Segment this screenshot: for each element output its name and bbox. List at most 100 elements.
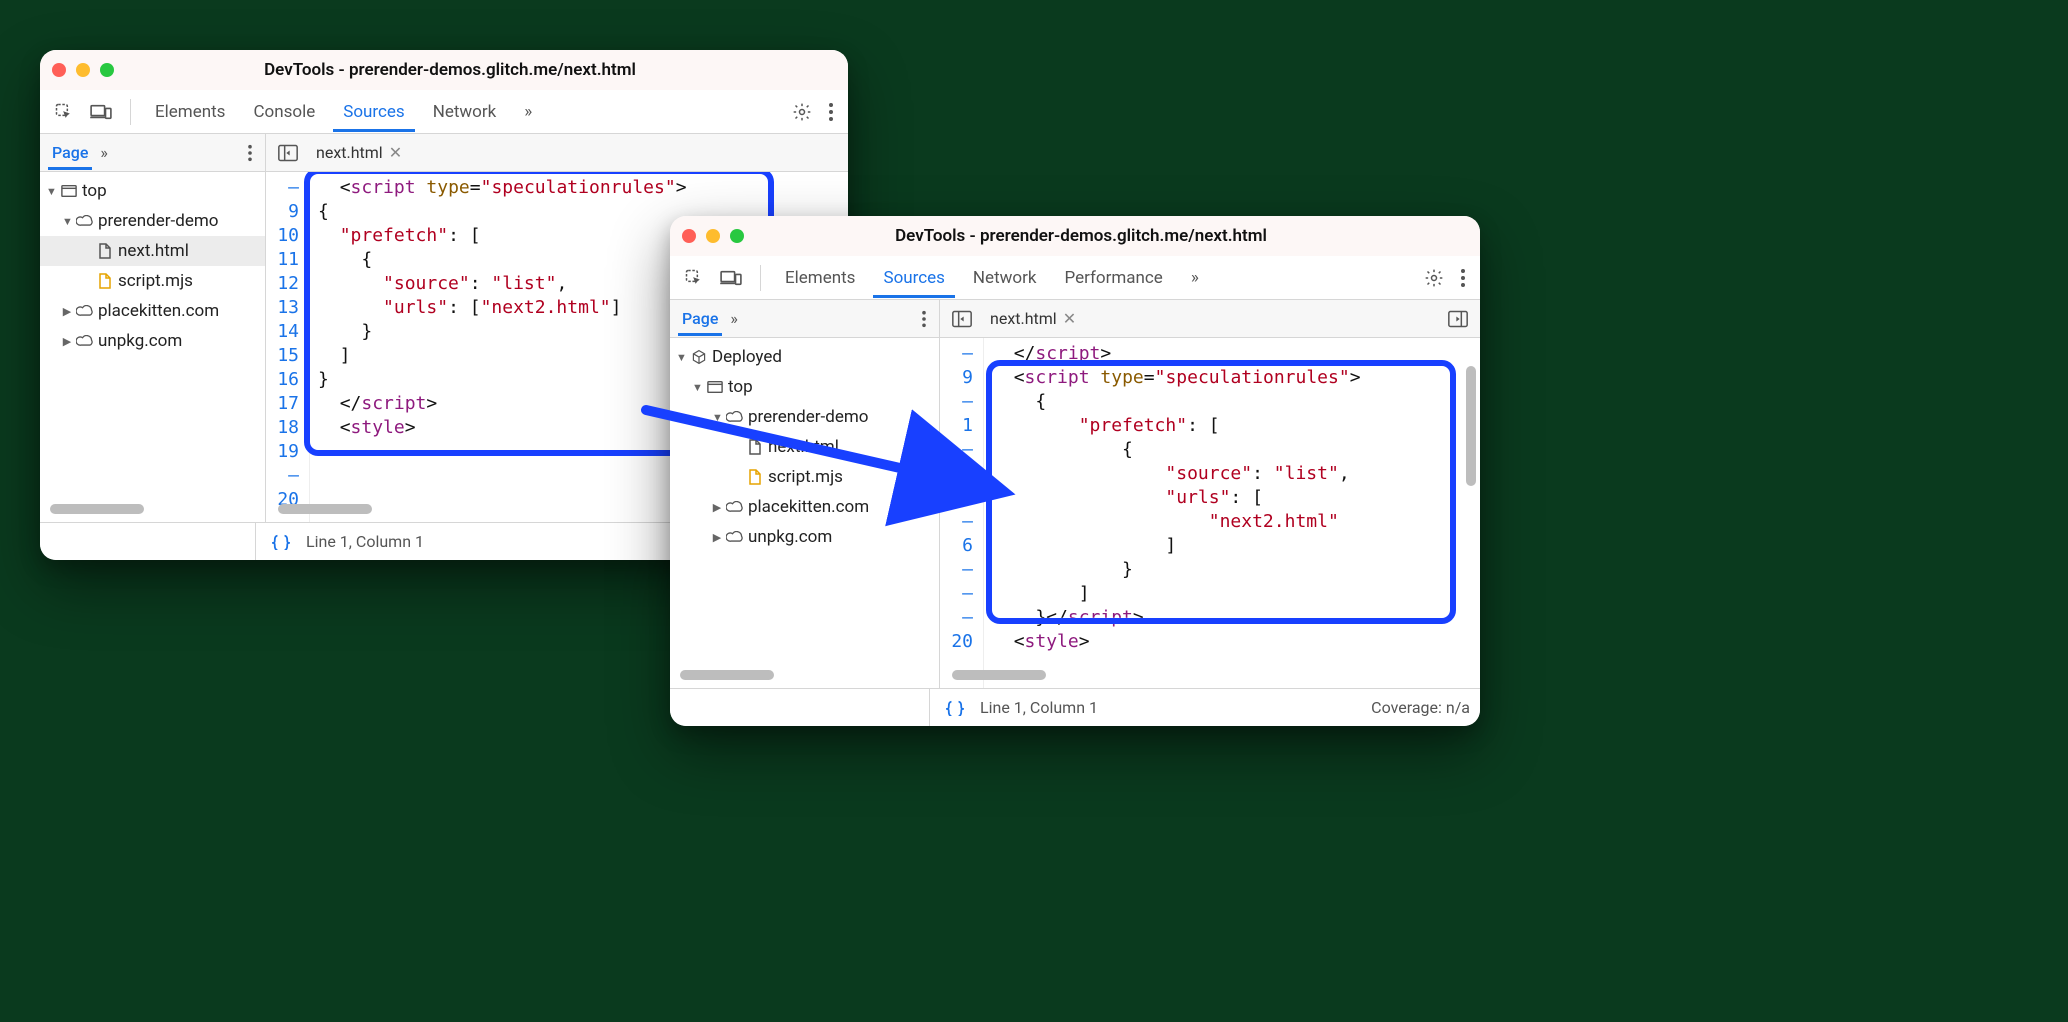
coverage-label: Coverage: n/a bbox=[1371, 698, 1470, 717]
tree-deployed[interactable]: ▼ Deployed bbox=[670, 342, 939, 372]
scrollbar-thumb[interactable] bbox=[1466, 366, 1476, 486]
inspect-icon[interactable] bbox=[50, 98, 78, 126]
zoom-icon[interactable] bbox=[730, 229, 744, 243]
titlebar: DevTools - prerender-demos.glitch.me/nex… bbox=[670, 216, 1480, 256]
cloud-icon bbox=[76, 302, 94, 320]
line-gutter: –910111213141516171819–20 bbox=[266, 172, 310, 522]
sidebar-kebab-icon[interactable] bbox=[917, 306, 931, 332]
tab-console[interactable]: Console bbox=[243, 92, 325, 132]
gear-icon[interactable] bbox=[788, 98, 816, 126]
cube-icon bbox=[690, 348, 708, 366]
prettyprint-icon[interactable] bbox=[266, 530, 296, 554]
code-content: </script> <script type="speculationrules… bbox=[984, 338, 1480, 688]
tree-label: top bbox=[728, 377, 753, 397]
tree-label: prerender-demo bbox=[98, 211, 218, 231]
tab-elements[interactable]: Elements bbox=[145, 92, 235, 132]
tree-file-next[interactable]: next.html bbox=[40, 236, 265, 266]
minimize-icon[interactable] bbox=[76, 63, 90, 77]
tabs-overflow[interactable]: » bbox=[1181, 258, 1209, 298]
tree-host[interactable]: ▼ prerender-demo bbox=[40, 206, 265, 236]
zoom-icon[interactable] bbox=[100, 63, 114, 77]
file-icon bbox=[96, 272, 114, 290]
tree-label: placekitten.com bbox=[98, 301, 219, 321]
tree-top[interactable]: ▼ top bbox=[670, 372, 939, 402]
tree-label: next.html bbox=[118, 241, 189, 261]
tree-label: placekitten.com bbox=[748, 497, 869, 517]
tree-label: script.mjs bbox=[118, 271, 193, 291]
tree-ext2[interactable]: ▶ unpkg.com bbox=[670, 522, 939, 552]
window-icon bbox=[60, 182, 78, 200]
tree-label: next.html bbox=[768, 437, 839, 457]
toggle-navigator-icon[interactable] bbox=[274, 140, 302, 166]
cloud-icon bbox=[76, 332, 94, 350]
file-tree: ▼ Deployed ▼ top ▼ prerender-demo next.h… bbox=[670, 338, 940, 688]
cursor-position: Line 1, Column 1 bbox=[980, 698, 1098, 717]
line-gutter: –9–1–3––6–––20 bbox=[940, 338, 984, 688]
cloud-icon bbox=[76, 212, 94, 230]
tree-label: top bbox=[82, 181, 107, 201]
sources-toolbar: Page » next.html ✕ bbox=[670, 300, 1480, 338]
close-tab-icon[interactable]: ✕ bbox=[1063, 309, 1076, 328]
close-icon[interactable] bbox=[682, 229, 696, 243]
file-icon bbox=[96, 242, 114, 260]
tree-file-script[interactable]: script.mjs bbox=[670, 462, 939, 492]
tree-ext1[interactable]: ▶ placekitten.com bbox=[670, 492, 939, 522]
sidebar-tab-page[interactable]: Page bbox=[678, 301, 722, 336]
window-title: DevTools - prerender-demos.glitch.me/nex… bbox=[124, 60, 776, 80]
devtools-window-2: DevTools - prerender-demos.glitch.me/nex… bbox=[670, 216, 1480, 726]
tree-file-script[interactable]: script.mjs bbox=[40, 266, 265, 296]
sources-toolbar: Page » next.html ✕ bbox=[40, 134, 848, 172]
tab-network[interactable]: Network bbox=[963, 258, 1047, 298]
kebab-icon[interactable] bbox=[824, 98, 838, 126]
tab-elements[interactable]: Elements bbox=[775, 258, 865, 298]
device-toggle-icon[interactable] bbox=[716, 265, 746, 291]
kebab-icon[interactable] bbox=[1456, 264, 1470, 292]
tabs-overflow[interactable]: » bbox=[514, 92, 542, 132]
sidebar-tabs-overflow[interactable]: » bbox=[730, 309, 738, 328]
tree-label: unpkg.com bbox=[98, 331, 182, 351]
tab-network[interactable]: Network bbox=[423, 92, 507, 132]
gear-icon[interactable] bbox=[1420, 264, 1448, 292]
scrollbar-thumb[interactable] bbox=[680, 670, 774, 680]
tab-sources[interactable]: Sources bbox=[333, 92, 414, 132]
tree-file-next[interactable]: next.html bbox=[670, 432, 939, 462]
tree-label: unpkg.com bbox=[748, 527, 832, 547]
window-title: DevTools - prerender-demos.glitch.me/nex… bbox=[754, 226, 1408, 246]
prettyprint-icon[interactable] bbox=[940, 696, 970, 720]
file-tree: ▼ top ▼ prerender-demo next.html script.… bbox=[40, 172, 266, 522]
devtools-tabs: Elements Console Sources Network » bbox=[40, 90, 848, 134]
close-tab-icon[interactable]: ✕ bbox=[389, 143, 402, 162]
toggle-debugger-icon[interactable] bbox=[1444, 306, 1472, 332]
sidebar-tabs-overflow[interactable]: » bbox=[100, 143, 108, 162]
sidebar-tab-page[interactable]: Page bbox=[48, 135, 92, 170]
tree-label: Deployed bbox=[712, 347, 782, 367]
editor-filetab[interactable]: next.html ✕ bbox=[984, 305, 1082, 332]
window-icon bbox=[706, 378, 724, 396]
cloud-icon bbox=[726, 498, 744, 516]
cursor-position: Line 1, Column 1 bbox=[306, 532, 424, 551]
file-icon bbox=[746, 438, 764, 456]
tab-sources[interactable]: Sources bbox=[873, 258, 954, 298]
titlebar: DevTools - prerender-demos.glitch.me/nex… bbox=[40, 50, 848, 90]
scrollbar-thumb[interactable] bbox=[50, 504, 144, 514]
scrollbar-thumb[interactable] bbox=[952, 670, 1046, 680]
filetab-label: next.html bbox=[316, 143, 383, 162]
traffic-lights bbox=[52, 63, 114, 77]
tree-top[interactable]: ▼ top bbox=[40, 176, 265, 206]
tree-ext1[interactable]: ▶ placekitten.com bbox=[40, 296, 265, 326]
device-toggle-icon[interactable] bbox=[86, 99, 116, 125]
sidebar-kebab-icon[interactable] bbox=[243, 140, 257, 166]
tab-performance[interactable]: Performance bbox=[1054, 258, 1172, 298]
minimize-icon[interactable] bbox=[706, 229, 720, 243]
tree-ext2[interactable]: ▶ unpkg.com bbox=[40, 326, 265, 356]
toggle-navigator-icon[interactable] bbox=[948, 306, 976, 332]
code-editor[interactable]: –9–1–3––6–––20 </script> <script type="s… bbox=[940, 338, 1480, 688]
inspect-icon[interactable] bbox=[680, 264, 708, 292]
traffic-lights bbox=[682, 229, 744, 243]
tree-label: prerender-demo bbox=[748, 407, 868, 427]
scrollbar-thumb[interactable] bbox=[278, 504, 372, 514]
devtools-tabs: Elements Sources Network Performance » bbox=[670, 256, 1480, 300]
tree-host[interactable]: ▼ prerender-demo bbox=[670, 402, 939, 432]
close-icon[interactable] bbox=[52, 63, 66, 77]
editor-filetab[interactable]: next.html ✕ bbox=[310, 139, 408, 166]
